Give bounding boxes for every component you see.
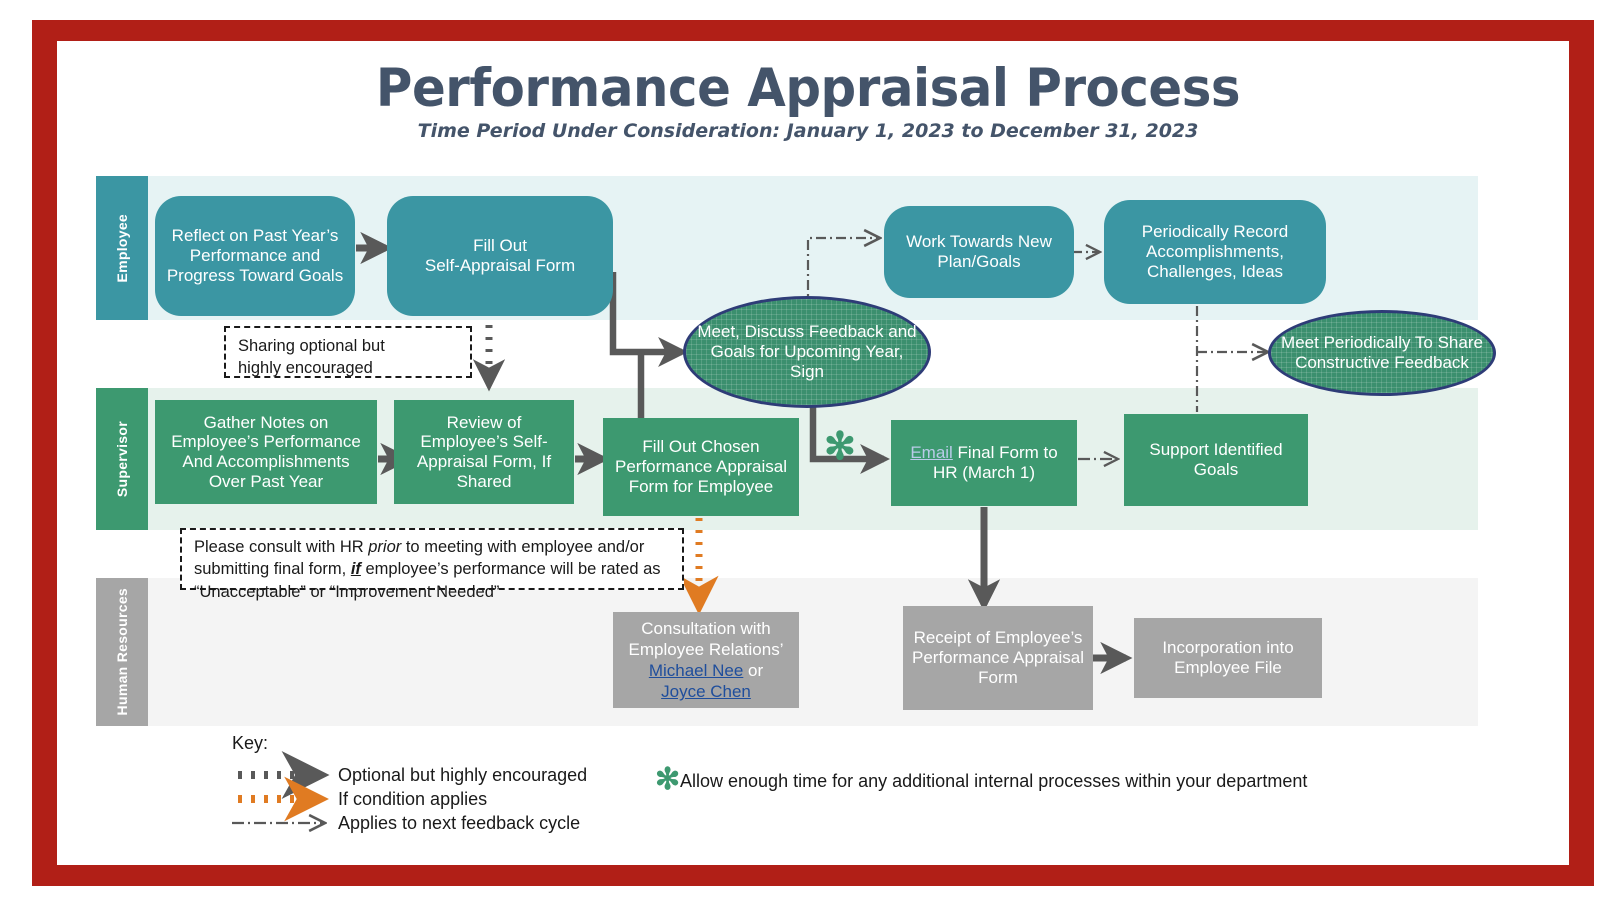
note-consult-hr: Please consult with HR prior to meeting … bbox=[180, 528, 684, 601]
key-asterisk-icon: ✻ bbox=[655, 763, 681, 796]
node-support-goals-label: Support Identified Goals bbox=[1149, 440, 1283, 479]
node-fill-out-chosen-label: Fill Out Chosen Performance Appraisal Fo… bbox=[615, 437, 787, 496]
key-title: Key: bbox=[232, 733, 269, 753]
joyce-chen-link[interactable]: Joyce Chen bbox=[661, 682, 751, 701]
node-meet-discuss-label: Meet, Discuss Feedback and Goals for Upc… bbox=[697, 322, 917, 381]
node-email-final-form[interactable]: Email Final Form to HR (March 1) bbox=[891, 420, 1077, 506]
node-receipt-label: Receipt of Employee’s Performance Apprai… bbox=[912, 628, 1084, 687]
node-meet-periodically-feedback[interactable]: Meet Periodically To Share Constructive … bbox=[1268, 310, 1496, 396]
diagram-canvas: Performance Appraisal Process Time Perio… bbox=[0, 0, 1616, 905]
lane-label-human-resources: Human Resources bbox=[96, 578, 148, 726]
lane-label-employee-text: Employee bbox=[114, 213, 130, 283]
key-footnote-label: Allow enough time for any additional int… bbox=[680, 771, 1308, 791]
node-consultation-label: Consultation with Employee Relations’ Mi… bbox=[621, 618, 791, 703]
lane-label-supervisor-text: Supervisor bbox=[114, 420, 130, 498]
node-reflect-on-past-year[interactable]: Reflect on Past Year’s Performance and P… bbox=[155, 196, 355, 316]
email-hr-link[interactable]: Email bbox=[910, 443, 953, 462]
note-emph-prior: prior bbox=[368, 538, 402, 556]
note-sharing-optional: Sharing optional but highly encouraged bbox=[224, 326, 472, 378]
consultation-lead-text: Consultation with Employee Relations’ bbox=[628, 618, 784, 659]
node-fill-out-self-appraisal[interactable]: Fill Out Self-Appraisal Form bbox=[387, 196, 613, 316]
node-incorporation-employee-file[interactable]: Incorporation into Employee File bbox=[1134, 618, 1322, 698]
node-work-towards-new-goals[interactable]: Work Towards New Plan/Goals bbox=[884, 206, 1074, 298]
node-receipt-of-appraisal-form[interactable]: Receipt of Employee’s Performance Apprai… bbox=[903, 606, 1093, 710]
note-sharing-line1: Sharing optional but bbox=[238, 337, 385, 355]
node-reflect-label: Reflect on Past Year’s Performance and P… bbox=[166, 226, 344, 285]
node-incorporation-label: Incorporation into Employee File bbox=[1162, 638, 1294, 677]
contact-conjunction: or bbox=[743, 661, 764, 680]
page-subtitle: Time Period Under Consideration: January… bbox=[417, 120, 1199, 142]
lane-label-employee: Employee bbox=[96, 176, 148, 320]
note-sharing-line2: highly encouraged bbox=[238, 359, 373, 378]
page-title: Performance Appraisal Process bbox=[375, 58, 1241, 119]
node-periodically-record[interactable]: Periodically Record Accomplishments, Cha… bbox=[1104, 200, 1326, 304]
node-review-label: Review of Employee’s Self-Appraisal Form… bbox=[416, 412, 552, 491]
node-periodically-record-label: Periodically Record Accomplishments, Cha… bbox=[1141, 222, 1289, 281]
key-label-next-cycle: Applies to next feedback cycle bbox=[338, 813, 581, 833]
michael-nee-link[interactable]: Michael Nee bbox=[649, 661, 744, 680]
node-meet-periodically-label: Meet Periodically To Share Constructive … bbox=[1281, 333, 1483, 372]
key-label-optional: Optional but highly encouraged bbox=[338, 765, 588, 785]
node-gather-notes[interactable]: Gather Notes on Employee’s Performance A… bbox=[155, 400, 377, 504]
node-meet-discuss-feedback[interactable]: Meet, Discuss Feedback and Goals for Upc… bbox=[683, 296, 931, 408]
node-support-identified-goals[interactable]: Support Identified Goals bbox=[1124, 414, 1308, 506]
node-self-appraisal-label: Fill Out Self-Appraisal Form bbox=[424, 236, 576, 275]
node-review-self-appraisal[interactable]: Review of Employee’s Self-Appraisal Form… bbox=[394, 400, 574, 504]
note-emph-if: if bbox=[350, 560, 361, 579]
key-label-conditional: If condition applies bbox=[338, 789, 488, 809]
lane-label-hr-text: Human Resources bbox=[114, 588, 130, 716]
node-work-towards-label: Work Towards New Plan/Goals bbox=[906, 232, 1052, 271]
node-consultation-employee-relations[interactable]: Consultation with Employee Relations’ Mi… bbox=[613, 612, 799, 708]
node-fill-out-chosen-form[interactable]: Fill Out Chosen Performance Appraisal Fo… bbox=[603, 418, 799, 516]
lane-label-supervisor: Supervisor bbox=[96, 388, 148, 530]
node-email-final-form-label: Email Final Form to HR (March 1) bbox=[899, 443, 1069, 482]
asterisk-note-marker-icon: ✻ bbox=[824, 426, 856, 468]
node-gather-notes-label: Gather Notes on Employee’s Performance A… bbox=[171, 412, 361, 491]
